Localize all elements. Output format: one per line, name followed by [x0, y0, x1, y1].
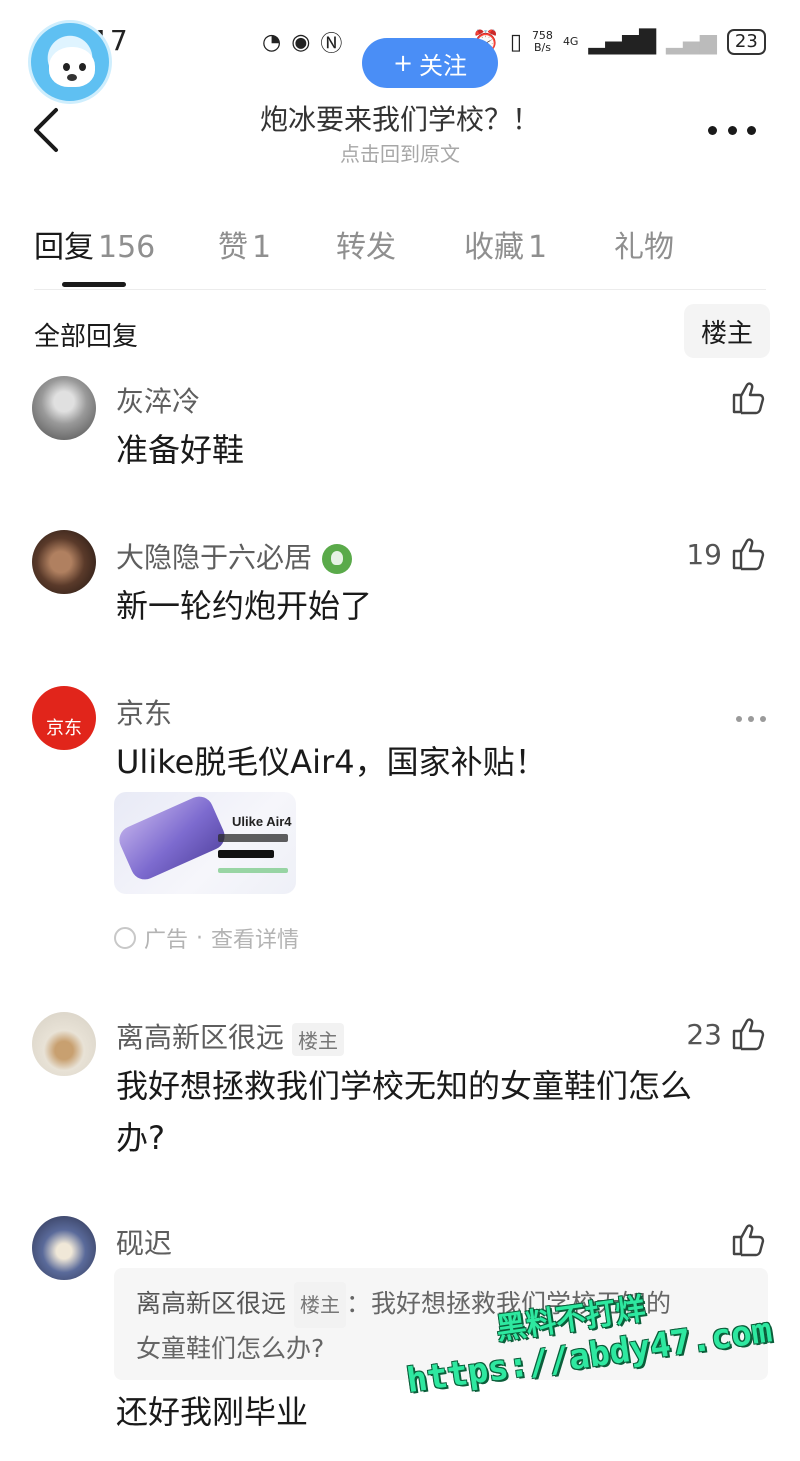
comment-username-text: 离高新区很远 [116, 1021, 285, 1054]
ad-footer: 广告 · 查看详情 [114, 922, 299, 954]
ad-info-icon [114, 927, 136, 949]
vibrate-icon: ▯ [509, 29, 522, 55]
all-replies-label: 全部回复 [34, 322, 139, 352]
ad-text: Ulike脱毛仪Air4，国家补贴！ [116, 743, 547, 781]
tab-likes-count: 1 [252, 230, 272, 265]
follow-label: 关注 [419, 51, 468, 80]
ad-image-brand: Ulike Air4 [232, 814, 292, 829]
data-saver-icon: ◔ [262, 29, 282, 55]
thumbs-up-icon [732, 1224, 765, 1257]
like-button[interactable]: 23 [686, 1016, 766, 1052]
comment-username[interactable]: 砚迟 [116, 1222, 172, 1262]
network-speed: 758 B/s [532, 30, 553, 54]
op-badge: 楼主 [292, 1022, 345, 1056]
tab-replies[interactable]: 回复 156 [34, 222, 155, 266]
tab-favorites-count: 1 [528, 230, 548, 265]
comment-text: 还好我刚毕业 [116, 1393, 309, 1431]
network-type: 4G [562, 35, 579, 48]
tab-reposts[interactable]: 转发 [336, 222, 396, 266]
comment-username[interactable]: 灰淬冷 [116, 380, 200, 420]
plus-icon: + [392, 49, 414, 77]
status-icons: ◔ ◉ Ⓝ ⏰ ▯ 758B/s 4G ▂▄▆█ ▂▄▆ 23 [262, 26, 766, 58]
jd-avatar[interactable]: 京东 [32, 686, 96, 750]
op-badge: 楼主 [294, 1282, 347, 1328]
active-tab-indicator [62, 282, 126, 287]
avatar[interactable] [32, 530, 96, 594]
tab-favorites[interactable]: 收藏 1 [464, 222, 547, 266]
thumbs-up-icon [732, 1018, 765, 1051]
verified-badge-icon [322, 544, 353, 574]
quoted-username: 离高新区很远 [136, 1289, 287, 1318]
dog-mascot-icon [49, 47, 95, 87]
eye-comfort-icon: ◉ [291, 29, 311, 55]
avatar[interactable] [32, 1216, 96, 1280]
back-to-post-link[interactable]: 点击回到原文 [0, 138, 800, 167]
like-button[interactable] [730, 1222, 766, 1258]
avatar[interactable] [32, 1012, 96, 1076]
ad-label: 广告 [144, 928, 189, 953]
tab-gifts[interactable]: 礼物 [614, 222, 674, 266]
like-button[interactable] [730, 380, 766, 416]
nfc-icon: Ⓝ [320, 32, 343, 57]
more-options-icon[interactable] [708, 126, 756, 136]
ad-product-image[interactable]: Ulike Air4 [114, 792, 296, 894]
like-count: 23 [686, 1017, 722, 1051]
ad-username[interactable]: 京东 [116, 692, 172, 732]
comment-text-line: 我好想拯救我们学校无知的女童鞋们怎么 [116, 1067, 693, 1105]
thumbs-up-icon [732, 382, 765, 415]
comment-username[interactable]: 离高新区很远 楼主 [116, 1016, 345, 1056]
comment-text: 准备好鞋 [116, 431, 245, 469]
jd-avatar-text: 京东 [46, 718, 82, 739]
comment-text: 我好想拯救我们学校无知的女童鞋们怎么 办? [116, 1060, 692, 1164]
follow-button[interactable]: + 关注 [362, 38, 498, 88]
tab-bar: 回复 156 赞1 转发 收藏 1 礼物 [34, 220, 766, 290]
avatar[interactable] [32, 376, 96, 440]
comment-username[interactable]: 大隐隐于六必居 [116, 536, 353, 576]
op-only-filter-button[interactable]: 楼主 [684, 304, 770, 358]
tab-likes-label: 赞 [218, 230, 248, 265]
like-button[interactable]: 19 [686, 536, 766, 572]
comment-username-text: 大隐隐于六必居 [116, 541, 313, 574]
tab-likes[interactable]: 赞1 [218, 222, 271, 266]
epilator-device-image [114, 792, 230, 884]
signal-icon: ▂▄▆█ [588, 29, 657, 55]
tab-favorites-label: 收藏 [464, 230, 524, 265]
nav-bar: 炮冰要来我们学校？！ 点击回到原文 [0, 90, 800, 170]
network-speed-unit: B/s [533, 41, 551, 54]
post-title: 炮冰要来我们学校？！ [259, 103, 540, 136]
like-count: 19 [686, 537, 722, 571]
tab-replies-count: 156 [98, 230, 156, 265]
comment-text: 新一轮约炮开始了 [116, 587, 373, 625]
ad-more-icon[interactable] [736, 716, 766, 722]
battery-indicator: 23 [726, 29, 766, 55]
ad-separator: · [196, 925, 204, 951]
tab-replies-label: 回复 [34, 230, 94, 265]
reply-filter-row: 全部回复 楼主 [34, 304, 770, 358]
thumbs-up-icon [732, 538, 765, 571]
signal-weak-icon: ▂▄▆ [666, 29, 717, 55]
tab-reposts-label: 转发 [336, 230, 396, 265]
ad-details-link[interactable]: 查看详情 [211, 922, 299, 954]
comment-text-line: 办? [116, 1119, 165, 1157]
tab-gifts-label: 礼物 [614, 230, 674, 265]
